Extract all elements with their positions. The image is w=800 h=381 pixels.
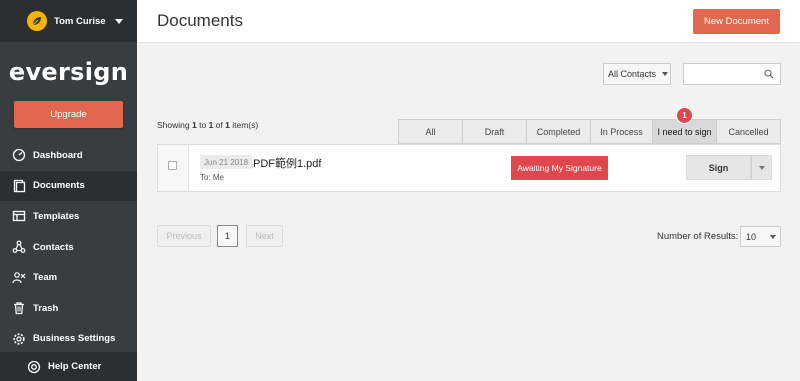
sidebar: Tom Curise eversign Upgrade Dashboard Do… <box>0 0 137 381</box>
document-date: Jun 21 2018 <box>200 155 253 169</box>
sidebar-item-team[interactable]: Team <box>0 262 137 293</box>
sidebar-item-label: Dashboard <box>33 149 83 161</box>
team-icon <box>12 271 26 283</box>
results-count-label: Number of Results: <box>657 231 739 242</box>
sign-button[interactable]: Sign <box>686 155 751 180</box>
sidebar-item-label: Trash <box>33 302 59 314</box>
status-badge: Awaiting My Signature <box>511 156 608 180</box>
sign-options-toggle[interactable] <box>751 155 772 180</box>
contacts-icon <box>12 240 26 253</box>
search-input[interactable] <box>683 63 781 85</box>
contacts-filter-value: All Contacts <box>608 69 657 79</box>
sidebar-nav: Dashboard Documents Templates Contacts T… <box>0 140 137 354</box>
leaf-icon <box>32 17 41 26</box>
documents-icon <box>13 179 26 193</box>
previous-page-button[interactable]: Previous <box>157 225 211 247</box>
contacts-filter-select[interactable]: All Contacts <box>603 63 671 85</box>
upgrade-button[interactable]: Upgrade <box>14 101 123 128</box>
settings-icon <box>13 333 25 345</box>
results-count-value: 10 <box>746 231 757 242</box>
search-icon[interactable] <box>764 69 774 79</box>
sidebar-item-contacts[interactable]: Contacts <box>0 232 137 263</box>
next-page-button[interactable]: Next <box>246 225 283 247</box>
status-tabs: All Draft Completed In Process I need to… <box>398 119 781 144</box>
sidebar-item-business-settings[interactable]: Business Settings <box>0 324 137 355</box>
sidebar-item-label: Contacts <box>33 241 74 253</box>
sidebar-item-dashboard[interactable]: Dashboard <box>0 140 137 171</box>
row-checkbox[interactable] <box>168 161 177 170</box>
chevron-down-icon[interactable] <box>114 18 123 24</box>
tab-all[interactable]: All <box>398 119 462 144</box>
help-center-label: Help Center <box>48 361 102 372</box>
count-badge: 1 <box>676 107 693 124</box>
tab-completed[interactable]: Completed <box>526 119 590 144</box>
row-checkbox-cell <box>158 145 189 191</box>
user-name: Tom Curise <box>54 15 106 27</box>
sidebar-item-label: Templates <box>33 210 80 222</box>
templates-icon <box>12 211 26 222</box>
results-summary: Showing 1 to 1 of 1 item(s) <box>157 120 259 130</box>
tab-draft[interactable]: Draft <box>462 119 526 144</box>
lifebuoy-icon <box>27 360 41 373</box>
sidebar-item-trash[interactable]: Trash <box>0 293 137 324</box>
sidebar-item-label: Team <box>33 272 58 284</box>
page-title: Documents <box>157 11 243 30</box>
current-page-button[interactable]: 1 <box>217 225 238 247</box>
brand-logo: eversign <box>8 58 129 86</box>
dashboard-icon <box>12 149 26 162</box>
sidebar-item-documents[interactable]: Documents <box>0 170 137 202</box>
help-center-link[interactable]: Help Center <box>0 352 137 381</box>
document-name[interactable]: PDF範例1.pdf <box>253 155 321 171</box>
sidebar-item-label: Business Settings <box>33 333 116 345</box>
tab-cancelled[interactable]: Cancelled <box>716 119 781 144</box>
user-menu[interactable]: Tom Curise <box>0 0 137 42</box>
document-recipient: To: Me <box>200 173 225 182</box>
table-row: Jun 21 2018 PDF範例1.pdf To: Me Awaiting M… <box>157 144 781 192</box>
sidebar-item-label: Documents <box>33 180 85 192</box>
sidebar-item-templates[interactable]: Templates <box>0 201 137 232</box>
trash-icon <box>14 302 24 315</box>
chevron-down-icon <box>662 72 669 76</box>
new-document-button[interactable]: New Document <box>693 9 780 34</box>
avatar <box>27 11 47 31</box>
page-header: Documents New Document <box>137 0 800 43</box>
results-count-select[interactable]: 10 <box>740 226 781 247</box>
chevron-down-icon <box>770 234 777 239</box>
tab-in-process[interactable]: In Process <box>590 119 652 144</box>
chevron-down-icon <box>758 165 765 170</box>
